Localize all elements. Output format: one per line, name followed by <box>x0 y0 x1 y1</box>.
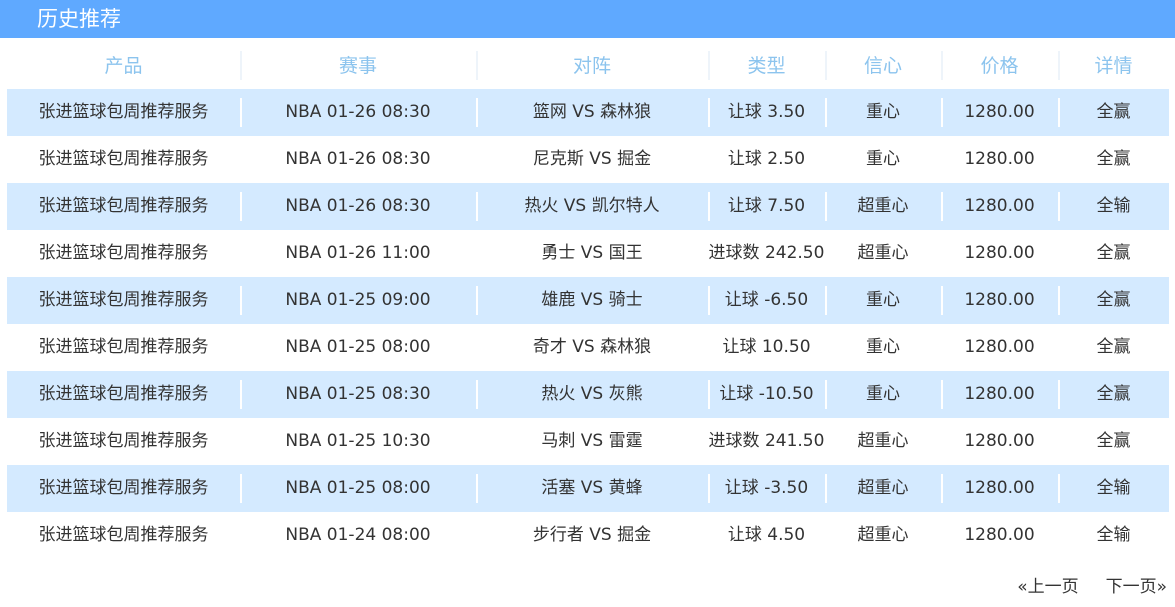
cell-confidence: 超重心 <box>825 465 941 512</box>
cell-type: 让球 4.50 <box>727 525 806 545</box>
cell-price: 1280.00 <box>964 431 1035 451</box>
cell-type: 让球 7.50 <box>708 183 825 230</box>
column-header-product: 产品 <box>104 54 143 77</box>
table-row: 张进篮球包周推荐服务 NBA 01-25 08:00 奇才 VS 森林狼 让球 10.… <box>7 324 1169 371</box>
cell-type: 进球数 241.50 <box>708 431 825 451</box>
table-row: 张进篮球包周推荐服务 NBA 01-24 08:00 步行者 VS 掘金 让球 4.5… <box>7 512 1169 559</box>
pagination: «上一页 下一页» <box>1017 572 1167 597</box>
cell-matchup: 奇才 VS 森林狼 <box>532 337 652 357</box>
cell-price: 1280.00 <box>964 243 1035 263</box>
cell-matchup: 篮网 VS 森林狼 <box>476 89 708 136</box>
cell-confidence: 重心 <box>866 149 900 169</box>
cell-match: NBA 01-26 08:30 <box>285 149 431 169</box>
cell-matchup: 步行者 VS 掘金 <box>532 525 652 545</box>
cell-confidence: 超重心 <box>857 243 909 263</box>
cell-result: 全赢 <box>1096 149 1131 169</box>
cell-result: 全赢 <box>1096 337 1131 357</box>
cell-match: NBA 01-26 08:30 <box>240 183 476 230</box>
cell-product: 张进篮球包周推荐服务 <box>38 337 209 357</box>
history-table: 产品 赛事 对阵 类型 信心 价格 详情 张进篮球包周推荐服务 NBA 01-26… <box>7 42 1169 559</box>
cell-matchup: 活塞 VS 黄蜂 <box>476 465 708 512</box>
cell-matchup: 马刺 VS 雷霆 <box>541 431 643 451</box>
cell-product: 张进篮球包周推荐服务 <box>38 290 209 310</box>
cell-match: NBA 01-25 08:30 <box>240 371 476 418</box>
cell-result: 全赢 <box>1058 89 1169 136</box>
cell-price: 1280.00 <box>941 277 1058 324</box>
cell-price: 1280.00 <box>941 465 1058 512</box>
cell-matchup: 雄鹿 VS 骑士 <box>476 277 708 324</box>
column-header-confidence: 信心 <box>825 44 941 88</box>
cell-match: NBA 01-24 08:00 <box>285 525 431 545</box>
cell-type: 让球 3.50 <box>708 89 825 136</box>
cell-product: 张进篮球包周推荐服务 <box>38 243 209 263</box>
cell-matchup: 热火 VS 凯尔特人 <box>476 183 708 230</box>
table-row: 张进篮球包周推荐服务 NBA 01-25 09:00 雄鹿 VS 骑士 让球 -6.5… <box>7 277 1169 324</box>
cell-matchup: 热火 VS 灰熊 <box>476 371 708 418</box>
cell-match: NBA 01-25 10:30 <box>285 431 431 451</box>
cell-result: 全赢 <box>1096 243 1131 263</box>
cell-price: 1280.00 <box>941 89 1058 136</box>
cell-matchup: 尼克斯 VS 掘金 <box>532 149 652 169</box>
cell-confidence: 重心 <box>825 89 941 136</box>
column-header-match: 赛事 <box>240 44 476 88</box>
cell-confidence: 重心 <box>866 337 900 357</box>
column-header-matchup: 对阵 <box>476 44 708 88</box>
cell-product: 张进篮球包周推荐服务 <box>38 102 209 122</box>
cell-match: NBA 01-26 11:00 <box>285 243 431 263</box>
cell-confidence: 超重心 <box>825 183 941 230</box>
table-row: 张进篮球包周推荐服务 NBA 01-26 08:30 热火 VS 凯尔特人 让球 7.… <box>7 183 1169 230</box>
cell-confidence: 超重心 <box>857 525 909 545</box>
next-page-link[interactable]: 下一页» <box>1106 572 1167 597</box>
table-row: 张进篮球包周推荐服务 NBA 01-25 08:00 活塞 VS 黄蜂 让球 -3.5… <box>7 465 1169 512</box>
cell-product: 张进篮球包周推荐服务 <box>38 149 209 169</box>
cell-price: 1280.00 <box>941 183 1058 230</box>
table-row: 张进篮球包周推荐服务 NBA 01-25 10:30 马刺 VS 雷霆 进球数 241… <box>7 418 1169 465</box>
cell-result: 全输 <box>1058 465 1169 512</box>
column-header-price: 价格 <box>941 44 1058 88</box>
cell-product: 张进篮球包周推荐服务 <box>38 384 209 404</box>
cell-price: 1280.00 <box>964 525 1035 545</box>
cell-product: 张进篮球包周推荐服务 <box>38 431 209 451</box>
column-header-detail: 详情 <box>1058 44 1169 88</box>
column-header-type: 类型 <box>708 44 825 88</box>
cell-price: 1280.00 <box>964 149 1035 169</box>
cell-result: 全赢 <box>1096 431 1131 451</box>
prev-page-link[interactable]: «上一页 <box>1017 572 1078 597</box>
cell-type: 让球 10.50 <box>722 337 811 357</box>
cell-result: 全输 <box>1096 525 1131 545</box>
cell-match: NBA 01-25 08:00 <box>240 465 476 512</box>
cell-type: 进球数 242.50 <box>708 243 825 263</box>
cell-match: NBA 01-26 08:30 <box>240 89 476 136</box>
table-row: 张进篮球包周推荐服务 NBA 01-26 08:30 篮网 VS 森林狼 让球 3.5… <box>7 89 1169 136</box>
cell-confidence: 重心 <box>825 277 941 324</box>
cell-match: NBA 01-25 08:00 <box>285 337 431 357</box>
cell-match: NBA 01-25 09:00 <box>240 277 476 324</box>
table-header-row: 产品 赛事 对阵 类型 信心 价格 详情 <box>7 42 1169 89</box>
cell-product: 张进篮球包周推荐服务 <box>38 478 209 498</box>
cell-matchup: 勇士 VS 国王 <box>541 243 643 263</box>
page-title: 历史推荐 <box>0 0 1175 38</box>
cell-result: 全输 <box>1058 183 1169 230</box>
cell-type: 让球 -3.50 <box>708 465 825 512</box>
cell-price: 1280.00 <box>941 371 1058 418</box>
cell-type: 让球 2.50 <box>727 149 806 169</box>
cell-confidence: 重心 <box>825 371 941 418</box>
cell-confidence: 超重心 <box>857 431 909 451</box>
cell-product: 张进篮球包周推荐服务 <box>38 196 209 216</box>
cell-product: 张进篮球包周推荐服务 <box>38 525 209 545</box>
cell-result: 全赢 <box>1058 277 1169 324</box>
table-row: 张进篮球包周推荐服务 NBA 01-26 08:30 尼克斯 VS 掘金 让球 2.5… <box>7 136 1169 183</box>
table-row: 张进篮球包周推荐服务 NBA 01-25 08:30 热火 VS 灰熊 让球 -10.… <box>7 371 1169 418</box>
cell-type: 让球 -6.50 <box>708 277 825 324</box>
table-row: 张进篮球包周推荐服务 NBA 01-26 11:00 勇士 VS 国王 进球数 242… <box>7 230 1169 277</box>
cell-price: 1280.00 <box>964 337 1035 357</box>
cell-result: 全赢 <box>1058 371 1169 418</box>
cell-type: 让球 -10.50 <box>708 371 825 418</box>
